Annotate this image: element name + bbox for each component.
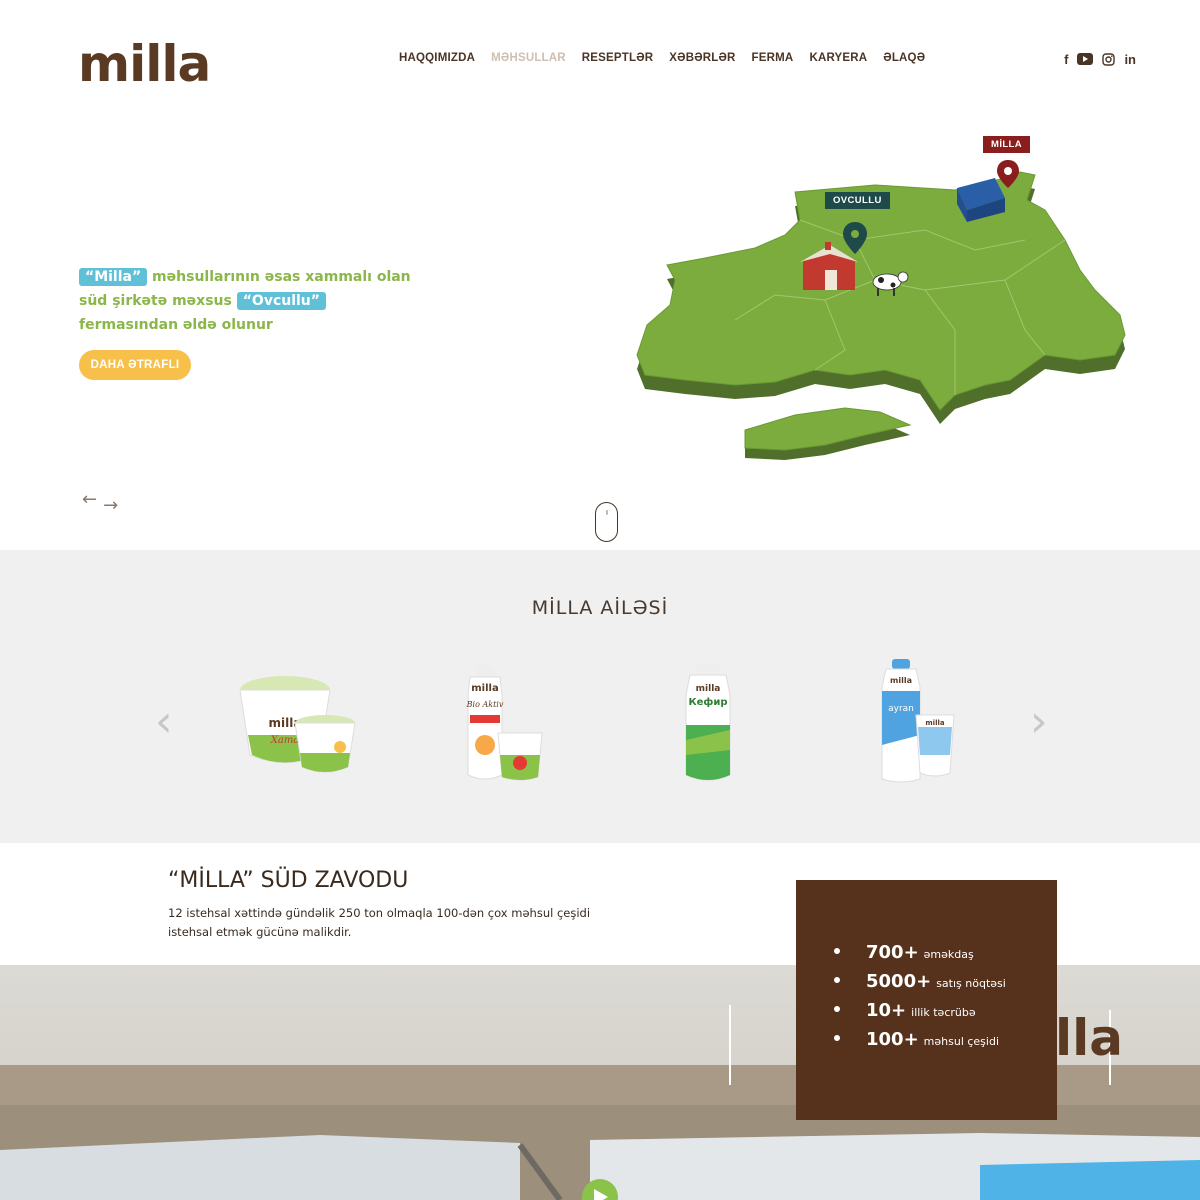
nav-item-reseptler[interactable]: RESEPTLƏR bbox=[582, 52, 654, 64]
svg-text:milla: milla bbox=[925, 719, 944, 727]
nav-item-mehsullar[interactable]: MƏHSULLAR bbox=[491, 52, 566, 64]
stat-number: 100+ bbox=[866, 1029, 919, 1050]
stats-list: 700+ əməkdaş 5000+ satış nöqtəsi 10+ illik … bbox=[834, 942, 1006, 1058]
slider-prev-arrow-icon[interactable]: ← bbox=[82, 490, 97, 516]
bullet-icon bbox=[834, 1006, 840, 1012]
social-links: f in bbox=[1064, 51, 1136, 67]
bio-aktiv-bottle-icon: milla Bio Aktiv bbox=[466, 665, 543, 781]
product-card-ayran[interactable]: milla ayran milla bbox=[850, 655, 990, 785]
stat-label: illik təcrübə bbox=[911, 1006, 976, 1019]
kefir-bottle-icon: milla Кефир bbox=[685, 663, 731, 781]
stat-number: 5000+ bbox=[866, 971, 932, 992]
main-nav: HAQQIMIZDA MƏHSULLAR RESEPTLƏR XƏBƏRLƏR … bbox=[399, 52, 925, 64]
more-info-button[interactable]: DAHA ƏTRAFLI bbox=[79, 350, 191, 380]
hero-highlight-ovcullu: “Ovcullu” bbox=[236, 292, 326, 310]
svg-text:Xama: Xama bbox=[270, 735, 300, 746]
map-svg bbox=[636, 160, 1126, 460]
milla-logo[interactable]: milla bbox=[78, 36, 211, 92]
stat-number: 700+ bbox=[866, 942, 919, 963]
facebook-icon[interactable]: f bbox=[1064, 51, 1068, 67]
instagram-icon[interactable] bbox=[1102, 51, 1116, 67]
hero-text-part2: fermasından əldə olunur bbox=[79, 317, 273, 333]
nav-item-karyera[interactable]: KARYERA bbox=[809, 52, 867, 64]
svg-text:Bio Aktiv: Bio Aktiv bbox=[466, 700, 504, 709]
hero-slider-arrows: ← → bbox=[82, 490, 118, 516]
factory-description: 12 istehsal xəttində gündəlik 250 ton ol… bbox=[168, 906, 591, 939]
azerbaijan-map-illustration: MİLLA OVCULLU bbox=[625, 130, 1145, 470]
bullet-icon bbox=[834, 948, 840, 954]
hero-highlight-milla: “Milla” bbox=[79, 268, 148, 286]
product-card-smetana[interactable]: milla Xama bbox=[230, 655, 370, 785]
youtube-icon[interactable] bbox=[1077, 51, 1094, 67]
stat-label: satış nöqtəsi bbox=[936, 977, 1006, 990]
nav-item-haqqimizda[interactable]: HAQQIMIZDA bbox=[399, 52, 475, 64]
bullet-icon bbox=[834, 1035, 840, 1041]
svg-text:Кефир: Кефир bbox=[688, 696, 727, 708]
stat-number: 10+ bbox=[866, 1000, 907, 1021]
nav-item-ferma[interactable]: FERMA bbox=[752, 52, 794, 64]
family-section-title: MİLLA AİLƏSİ bbox=[531, 597, 669, 619]
product-card-bio-aktiv[interactable]: milla Bio Aktiv bbox=[440, 655, 580, 785]
site-header: milla HAQQIMIZDA MƏHSULLAR RESEPTLƏR XƏB… bbox=[0, 0, 1200, 120]
svg-text:milla: milla bbox=[471, 683, 498, 694]
hero-text: “Milla” məhsullarının əsas xammalı olan … bbox=[79, 265, 424, 337]
svg-text:milla: milla bbox=[696, 684, 721, 694]
map-label-ovcullu: OVCULLU bbox=[825, 192, 890, 209]
carousel-next-chevron-icon[interactable]: › bbox=[1030, 700, 1048, 744]
ayran-bottle-icon: milla ayran milla bbox=[881, 659, 955, 783]
stat-product-range: 100+ məhsul çeşidi bbox=[834, 1029, 1006, 1050]
stat-sales-points: 5000+ satış nöqtəsi bbox=[834, 971, 1006, 992]
svg-text:milla: milla bbox=[890, 676, 912, 685]
product-family-section: MİLLA AİLƏSİ ‹ › milla Xama milla Bio Ak… bbox=[0, 550, 1200, 843]
map-label-milla: MİLLA bbox=[983, 136, 1031, 153]
factory-stats-box: 700+ əməkdaş 5000+ satış nöqtəsi 10+ illik … bbox=[796, 880, 1057, 1120]
product-card-kefir[interactable]: milla Кефир bbox=[640, 655, 780, 785]
nav-item-elaqe[interactable]: ƏLAQƏ bbox=[883, 52, 925, 64]
stat-label: məhsul çeşidi bbox=[923, 1035, 1000, 1048]
stat-employees: 700+ əməkdaş bbox=[834, 942, 1006, 963]
svg-text:lla: lla bbox=[1055, 1009, 1123, 1067]
slider-next-arrow-icon[interactable]: → bbox=[103, 496, 118, 516]
bullet-icon bbox=[834, 977, 840, 983]
scroll-down-mouse-icon[interactable] bbox=[595, 502, 618, 542]
stat-label: əməkdaş bbox=[923, 948, 974, 961]
factory-section-title: “MİLLA” SÜD ZAVODU bbox=[168, 868, 409, 893]
svg-text:ayran: ayran bbox=[888, 704, 914, 714]
smetana-tub-icon: milla Xama bbox=[239, 676, 356, 773]
linkedin-icon[interactable]: in bbox=[1124, 51, 1136, 67]
carousel-prev-chevron-icon[interactable]: ‹ bbox=[155, 700, 173, 744]
stat-experience: 10+ illik təcrübə bbox=[834, 1000, 1006, 1021]
nav-item-xeberler[interactable]: XƏBƏRLƏR bbox=[669, 52, 735, 64]
